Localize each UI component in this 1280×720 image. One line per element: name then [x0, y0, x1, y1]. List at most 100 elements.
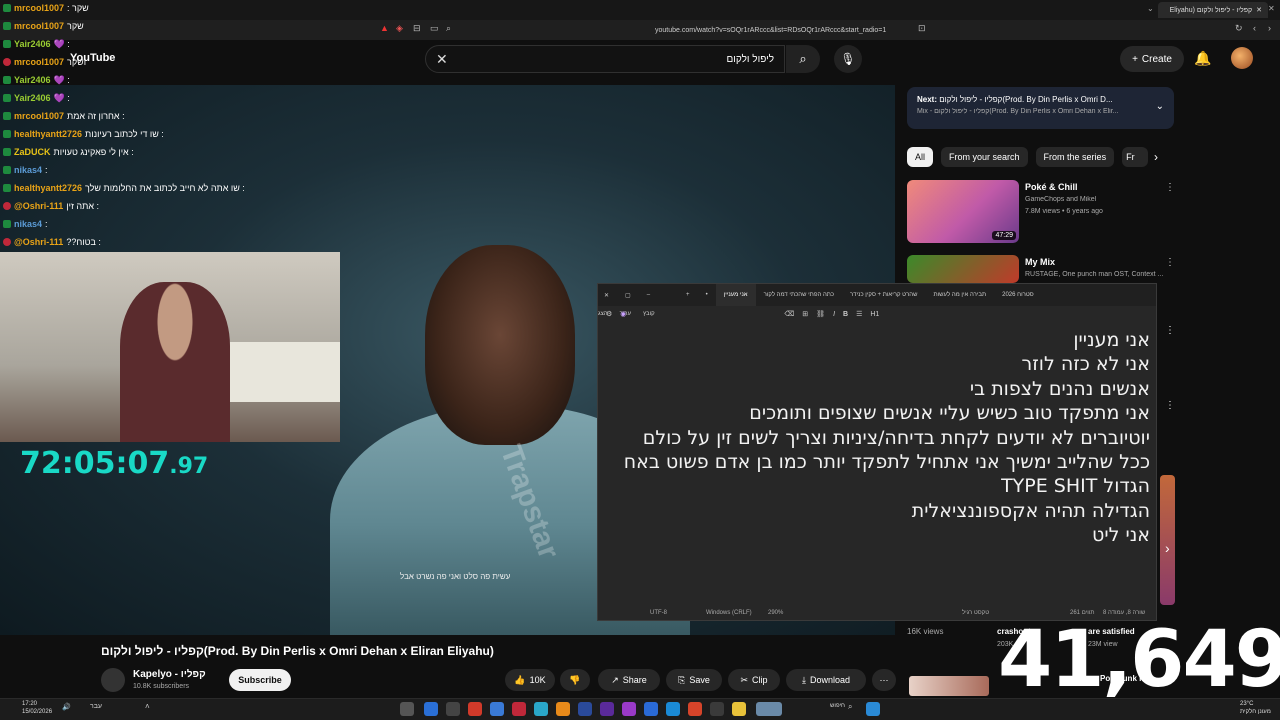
chat-username[interactable]: Yair2406	[14, 93, 51, 103]
create-button[interactable]: + Create	[1120, 46, 1184, 72]
up-next-panel[interactable]: Next: קפליו - ליפול ולקום(Prod. By Din P…	[907, 87, 1174, 129]
chat-username[interactable]: nikas4	[14, 219, 42, 229]
search-icon[interactable]: ⌕	[848, 702, 852, 712]
notepad-tab[interactable]: אני מעניין	[715, 284, 756, 306]
like-button[interactable]: 👍 10K	[505, 669, 555, 691]
minimize-icon[interactable]: –	[639, 292, 658, 298]
more-vert-icon[interactable]: ⋮	[1165, 182, 1175, 193]
rewards-icon[interactable]: ◈	[396, 23, 403, 34]
language-indicator[interactable]: עבר	[90, 703, 102, 710]
dislike-button[interactable]: 👎	[560, 669, 590, 691]
chat-username[interactable]: healthyantt2726	[14, 129, 82, 139]
chat-username[interactable]: @Oshri-111	[14, 237, 63, 247]
notepad-editor[interactable]: אני מעניין אני לא כזה לוזר אנשים נהנים ל…	[608, 328, 1150, 598]
reload-icon[interactable]: ↻	[1235, 23, 1243, 34]
taskbar-app-icon[interactable]	[424, 702, 438, 716]
voice-search-button[interactable]: 🎙	[834, 45, 862, 73]
notepad-tab[interactable]: שהרט קריאות + סקין כנידר	[842, 292, 925, 298]
chip-more[interactable]: Fr	[1122, 147, 1149, 167]
link-icon[interactable]: ⛓	[816, 310, 825, 318]
more-vert-icon[interactable]: ⋮	[1165, 257, 1175, 268]
account-avatar[interactable]	[1231, 47, 1253, 69]
recommendation-channel[interactable]: RUSTAGE, One punch man OST, Context ...	[1025, 271, 1165, 278]
notifications-bell-icon[interactable]: 🔔	[1194, 50, 1211, 67]
taskbar-app-icon[interactable]	[666, 702, 680, 716]
chevron-right-icon[interactable]: ›	[1154, 150, 1158, 164]
maximize-icon[interactable]: ▢	[617, 292, 639, 299]
search-button[interactable]: ⌕	[786, 45, 820, 73]
forward-icon[interactable]: ‹	[1253, 23, 1256, 33]
folder-icon[interactable]	[732, 702, 746, 716]
video-thumbnail[interactable]	[909, 676, 989, 696]
clip-button[interactable]: ✂ Clip	[728, 669, 780, 691]
back-icon[interactable]: ›	[1268, 23, 1271, 33]
taskbar-app-icon[interactable]	[534, 702, 548, 716]
taskbar-app-icon[interactable]	[468, 702, 482, 716]
italic-icon[interactable]: I	[833, 311, 835, 318]
tab-list-icon[interactable]: ⌄	[1147, 4, 1154, 13]
notepad-tab[interactable]: סטרוח 2026	[994, 292, 1042, 298]
list-icon[interactable]: ☰	[856, 310, 862, 318]
chat-username[interactable]: mrcool1007	[14, 21, 64, 31]
download-button[interactable]: ⤓ Download	[786, 669, 866, 691]
chip-from-the-series[interactable]: From the series	[1035, 147, 1115, 167]
start-windows-icon[interactable]	[866, 702, 880, 716]
chevron-up-icon[interactable]: ˄	[145, 702, 150, 711]
chevron-right-icon[interactable]: ›	[1165, 540, 1170, 556]
settings-icon[interactable]: ⚙	[606, 310, 612, 318]
close-icon[interactable]: ✕	[1256, 6, 1262, 14]
chip-all[interactable]: All	[907, 147, 934, 167]
recommendation-item[interactable]: 47:29 Poké & Chill GameChops and Mikel 7…	[907, 180, 1175, 244]
recommendation-title[interactable]: My Mix	[1025, 257, 1055, 267]
recommendation-channel[interactable]: GameChops and Mikel	[1025, 196, 1165, 203]
save-button[interactable]: ⎘ Save	[666, 669, 722, 691]
bold-icon[interactable]: B	[843, 311, 848, 318]
video-thumbnail[interactable]	[907, 255, 1019, 283]
clear-format-icon[interactable]: ⌫	[784, 310, 794, 318]
video-thumbnail[interactable]: 47:29	[907, 180, 1019, 243]
notepad-tab[interactable]: תבירה אין מה לעשות	[925, 292, 994, 298]
taskbar-app-icon[interactable]	[446, 702, 460, 716]
taskbar-app-icon[interactable]	[578, 702, 592, 716]
chip-from-your-search[interactable]: From your search	[941, 147, 1028, 167]
recommendation-title[interactable]: Poké & Chill	[1025, 182, 1078, 192]
chat-username[interactable]: mrcool1007	[14, 57, 64, 67]
notepad-window[interactable]: ✕ ▢ – + • אני מעניין כתה הפתי שהכתי דמה …	[597, 283, 1157, 621]
taskbar-search[interactable]: חיפוש	[830, 703, 845, 709]
taskbar-weather[interactable]: 23°C מעונן חלקית	[1240, 700, 1271, 716]
taskbar-app-icon[interactable]	[622, 702, 636, 716]
share-button[interactable]: ↗ Share	[598, 669, 660, 691]
channel-name[interactable]: Kapelyo - קפליו	[133, 669, 206, 680]
taskbar-app-icon[interactable]	[556, 702, 570, 716]
copilot-icon[interactable]: ◉	[620, 310, 626, 318]
address-bar[interactable]: youtube.com/watch?v=sOQr1rARccc&list=RDs…	[655, 22, 905, 38]
taskbar-app-icon[interactable]	[644, 702, 658, 716]
brave-shield-icon[interactable]: ▲	[380, 23, 389, 33]
taskbar-app-icon[interactable]	[710, 702, 724, 716]
table-icon[interactable]: ⊞	[802, 310, 808, 318]
taskbar-app-icon[interactable]	[490, 702, 504, 716]
clear-search-icon[interactable]: ✕	[436, 51, 448, 68]
more-vert-icon[interactable]: ⋮	[1165, 400, 1175, 411]
volume-icon[interactable]: 🔊	[62, 703, 71, 711]
search-input[interactable]: ✕ ליפול ולקום	[425, 45, 785, 73]
more-vert-icon[interactable]: ⋮	[1165, 325, 1175, 336]
chat-username[interactable]: mrcool1007	[14, 111, 64, 121]
taskbar-app-icon[interactable]	[600, 702, 614, 716]
subscribe-button[interactable]: Subscribe	[229, 669, 291, 691]
chat-username[interactable]: healthyantt2726	[14, 183, 82, 193]
chat-username[interactable]: ZaDUCK	[14, 147, 51, 157]
chat-username[interactable]: @Oshri-111	[14, 201, 63, 211]
taskbar-app-icon[interactable]	[688, 702, 702, 716]
search-icon[interactable]: ⌕	[446, 23, 451, 34]
heading-icon[interactable]: H1	[870, 311, 879, 318]
taskbar-app-icon[interactable]	[400, 702, 414, 716]
chat-username[interactable]: mrcool1007	[14, 3, 64, 13]
window-close-icon[interactable]: ✕	[1268, 4, 1275, 13]
chat-username[interactable]: nikas4	[14, 165, 42, 175]
bookmark-icon[interactable]: ⊡	[918, 23, 926, 34]
browser-tab-active[interactable]: ✕ קפליו - ליפול ולקום (Eliyahu	[1158, 2, 1268, 18]
channel-avatar[interactable]	[101, 668, 125, 692]
notepad-tab[interactable]: כתה הפתי שהכתי דמה לקור	[756, 292, 842, 298]
chat-username[interactable]: Yair2406	[14, 39, 51, 49]
